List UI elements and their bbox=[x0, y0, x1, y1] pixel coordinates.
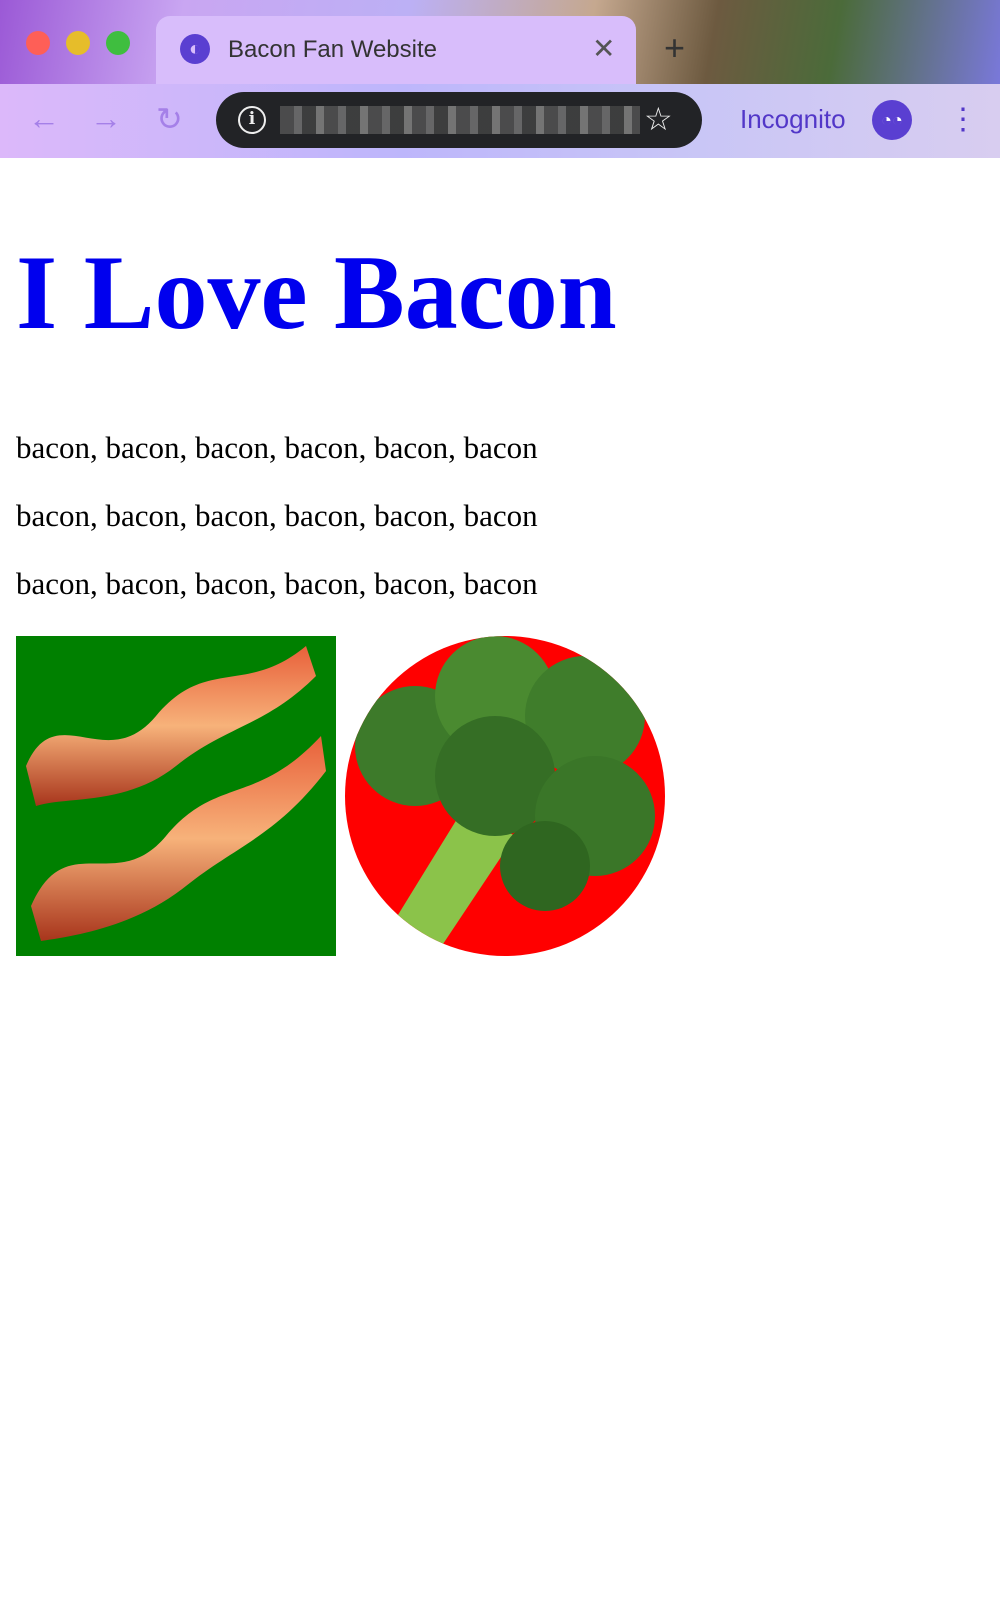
forward-button[interactable]: → bbox=[90, 100, 122, 137]
maximize-window-button[interactable] bbox=[106, 31, 130, 55]
incognito-icon[interactable]: ◔◔ bbox=[872, 100, 912, 140]
tab-bacon-fan-website[interactable]: ◐ Bacon Fan Website ✕ bbox=[156, 16, 636, 86]
bookmark-star-icon[interactable]: ☆ bbox=[644, 100, 673, 138]
browser-chrome: ◐ Bacon Fan Website ✕ + ← → ↻ i ☆ Incogn… bbox=[0, 0, 1000, 158]
minimize-window-button[interactable] bbox=[66, 31, 90, 55]
globe-icon: ◐ bbox=[180, 34, 210, 64]
paragraph: bacon, bacon, bacon, bacon, bacon, bacon bbox=[16, 430, 538, 465]
reload-button[interactable]: ↻ bbox=[156, 100, 183, 138]
browser-menu-button[interactable]: ⋮ bbox=[948, 100, 978, 140]
new-tab-button[interactable]: + bbox=[664, 28, 685, 68]
url-text-redacted bbox=[280, 106, 640, 134]
paragraph: bacon, bacon, bacon, bacon, bacon, bacon bbox=[16, 498, 538, 533]
incognito-label: Incognito bbox=[740, 104, 846, 134]
tab-title: Bacon Fan Website bbox=[228, 36, 438, 63]
broccoli-image bbox=[345, 636, 665, 956]
close-tab-icon[interactable]: ✕ bbox=[592, 32, 615, 65]
paragraph: bacon, bacon, bacon, bacon, bacon, bacon bbox=[16, 566, 538, 601]
info-icon[interactable]: i bbox=[238, 106, 266, 134]
close-window-button[interactable] bbox=[26, 31, 50, 55]
back-button[interactable]: ← bbox=[28, 100, 60, 137]
bacon-image bbox=[16, 636, 336, 956]
address-bar[interactable]: i ☆ bbox=[216, 92, 702, 148]
page-heading: I Love Bacon bbox=[16, 234, 617, 351]
